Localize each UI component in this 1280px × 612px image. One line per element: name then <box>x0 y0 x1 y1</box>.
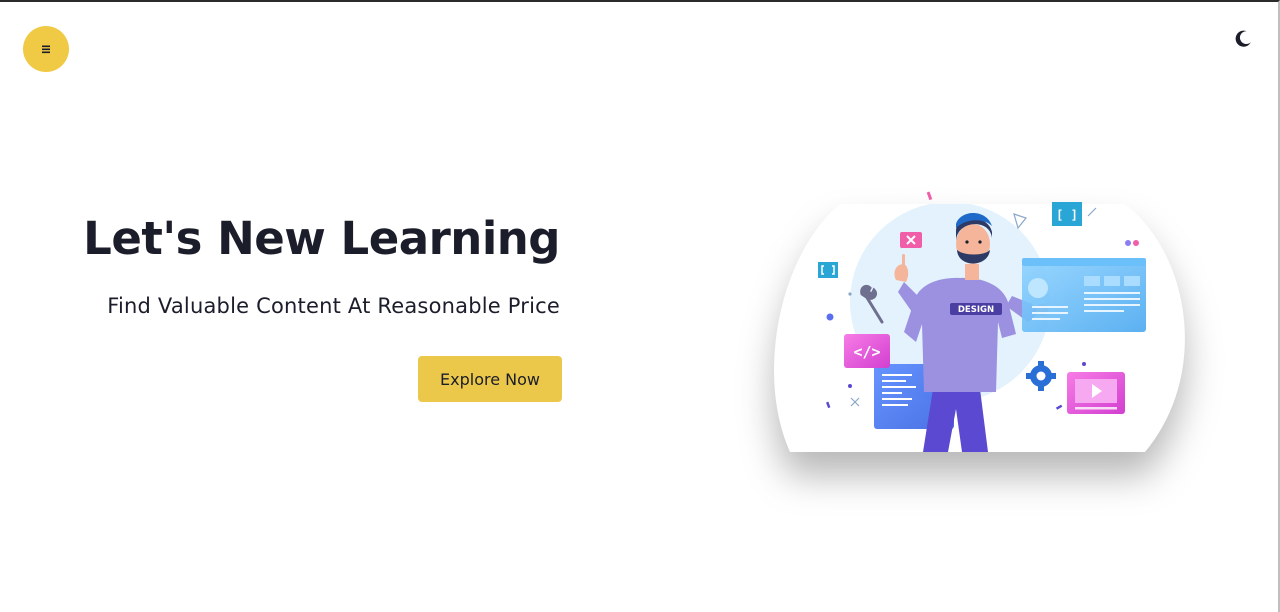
hero-illustration: DESIGN [] </> <box>770 184 1198 452</box>
bracket-box-icon: [ ] <box>1052 202 1082 226</box>
menu-button[interactable] <box>23 26 69 72</box>
bracket-box-label: [ ] <box>1056 208 1078 222</box>
menu-icon <box>42 45 50 54</box>
code-tag-icon: </> <box>844 334 890 368</box>
code-tag-label: </> <box>853 343 880 361</box>
explore-now-button[interactable]: Explore Now <box>418 356 562 402</box>
video-player-icon <box>1067 372 1125 414</box>
shirt-label: DESIGN <box>958 305 994 315</box>
close-tag-icon <box>900 232 922 248</box>
web-window-graphic <box>1022 258 1146 332</box>
theme-toggle-button[interactable] <box>1230 26 1256 52</box>
small-bracket-icon <box>818 262 838 278</box>
moon-icon <box>1235 30 1251 47</box>
hero-subtitle: Find Valuable Content At Reasonable Pric… <box>107 294 560 318</box>
page: Let's New Learning Find Valuable Content… <box>0 0 1280 612</box>
hero-title: Let's New Learning <box>83 212 560 265</box>
